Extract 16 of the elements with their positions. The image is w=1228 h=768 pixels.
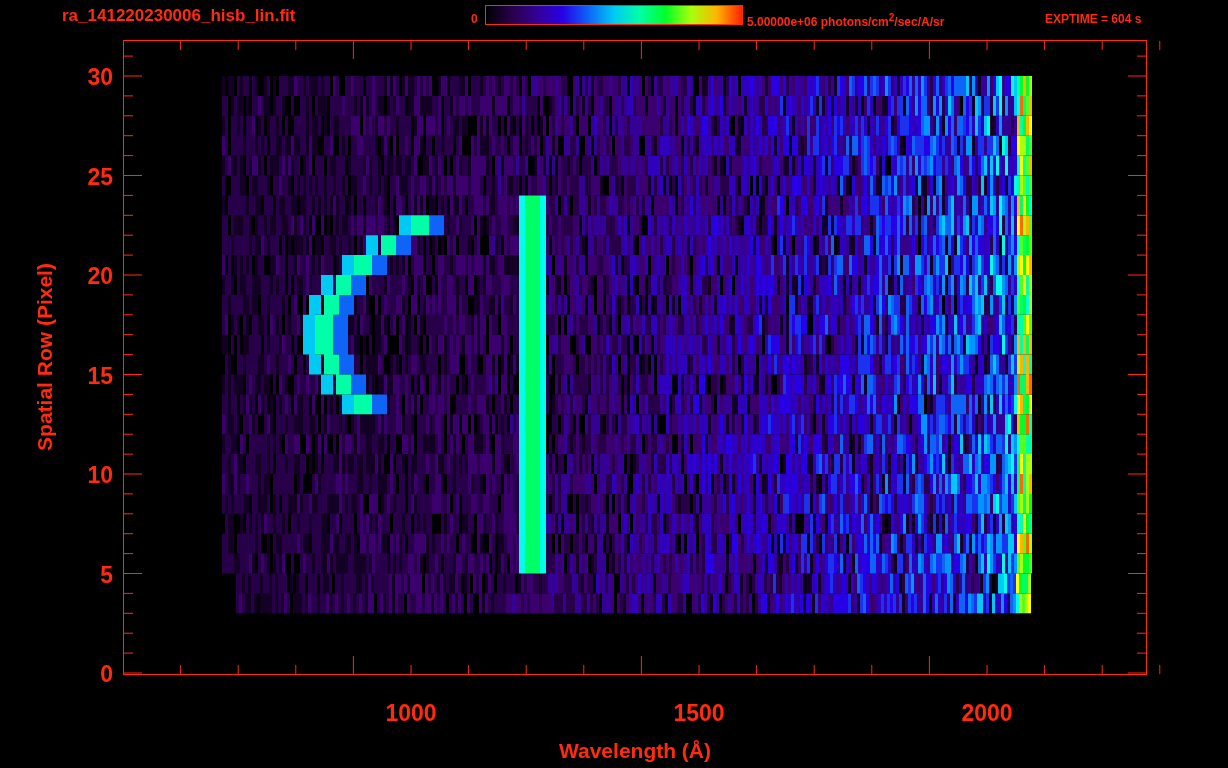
x-tick-label: 1000 bbox=[385, 700, 437, 726]
x-tick-label: 1500 bbox=[673, 700, 725, 726]
x-tick-label: 2000 bbox=[961, 700, 1013, 726]
file-title: ra_141220230006_hisb_lin.fit bbox=[62, 6, 296, 26]
y-axis-title: Spatial Row (Pixel) bbox=[33, 263, 56, 451]
exposure-time: EXPTIME = 604 s bbox=[1045, 12, 1142, 26]
y-tick-label: 15 bbox=[87, 362, 113, 389]
y-tick-label: 10 bbox=[87, 462, 113, 488]
y-tick-label: 20 bbox=[87, 263, 113, 289]
colorbar-min-label: 0 bbox=[471, 12, 478, 26]
y-tick-label: 25 bbox=[87, 163, 113, 190]
colorbar-max-label: 5.00000e+06 photons/cm$^{2}$/sec/A/sr bbox=[747, 12, 945, 29]
y-tick-label: 0 bbox=[100, 661, 113, 687]
y-tick-label: 30 bbox=[87, 64, 113, 90]
y-tick-label: 5 bbox=[100, 561, 113, 588]
x-axis-title: Wavelength (Å) bbox=[558, 739, 712, 762]
